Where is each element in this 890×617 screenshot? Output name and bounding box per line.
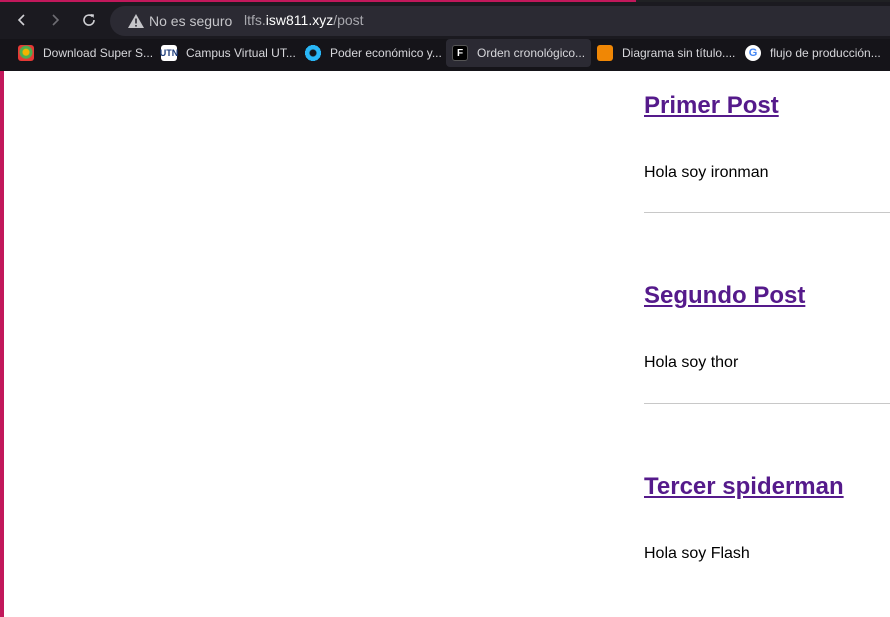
bookmark-label: Download Super S... xyxy=(43,46,154,60)
superstar-icon xyxy=(18,45,34,61)
bookmark-orden[interactable]: F Orden cronológico... xyxy=(446,39,591,67)
bookmark-label: Orden cronológico... xyxy=(477,46,586,60)
post-title-link[interactable]: Segundo Post xyxy=(644,282,805,310)
bookmark-campus[interactable]: UTN Campus Virtual UT... xyxy=(160,39,296,67)
arrow-left-icon xyxy=(17,14,25,26)
browser-chrome: No es seguro ltfs.isw811.xyz/post Downlo… xyxy=(0,0,890,71)
post-separator xyxy=(644,403,890,404)
post-item: Primer Post Hola soy ironman xyxy=(644,92,890,232)
post-body: Hola soy thor xyxy=(644,354,739,371)
bookmark-flujo[interactable]: G flujo de producción... xyxy=(745,39,881,67)
back-button[interactable] xyxy=(10,8,34,32)
campus-icon: UTN xyxy=(160,45,178,61)
url-path: /post xyxy=(333,12,364,28)
bookmark-label: flujo de producción... xyxy=(770,46,881,60)
bookmarks-bar: Download Super S... UTN Campus Virtual U… xyxy=(0,39,890,71)
bookmark-poder[interactable]: Poder económico y... xyxy=(305,39,442,67)
post-body: Hola soy ironman xyxy=(644,164,769,181)
google-icon: G xyxy=(745,45,761,61)
post-item: Tercer spiderman Hola soy Flash xyxy=(644,473,890,613)
url-host: isw811.xyz xyxy=(265,12,334,28)
post-body: Hola soy Flash xyxy=(644,545,750,562)
drawio-icon xyxy=(597,45,613,61)
url-prefix: ltfs. xyxy=(244,12,266,28)
globe-icon xyxy=(305,45,321,61)
bookmark-label: Poder económico y... xyxy=(330,46,442,60)
arrow-right-icon xyxy=(52,14,60,26)
bookmark-download[interactable]: Download Super S... xyxy=(18,39,153,67)
forward-button[interactable] xyxy=(43,8,67,32)
security-label[interactable]: No es seguro xyxy=(149,13,232,29)
url-text[interactable]: ltfs.isw811.xyz/post xyxy=(244,12,364,28)
post-title-link[interactable]: Primer Post xyxy=(644,92,779,120)
bookmark-label: Diagrama sin título.... xyxy=(622,46,736,60)
post-separator xyxy=(644,212,890,213)
warning-icon xyxy=(128,14,144,28)
reload-button[interactable] xyxy=(77,8,101,32)
browser-toolbar: No es seguro ltfs.isw811.xyz/post xyxy=(0,2,890,39)
address-bar[interactable]: No es seguro ltfs.isw811.xyz/post xyxy=(110,6,890,36)
post-item: Segundo Post Hola soy thor xyxy=(644,282,890,422)
post-title-link[interactable]: Tercer spiderman xyxy=(644,473,844,501)
bookmark-diagrama[interactable]: Diagrama sin título.... xyxy=(597,39,735,67)
bookmark-label: Campus Virtual UT... xyxy=(186,46,296,60)
reload-icon xyxy=(83,14,95,26)
window-accent-line xyxy=(0,0,636,2)
figma-icon: F xyxy=(452,45,468,61)
window-left-edge xyxy=(0,71,4,617)
